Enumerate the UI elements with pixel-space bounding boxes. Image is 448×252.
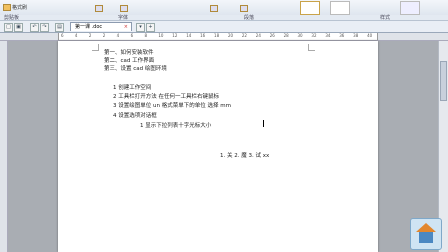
ruler-number: 34 — [325, 33, 331, 38]
ruler-text-area: 6 4 2 2 4 6 8 10 12 14 16 18 20 22 24 26 28 30 32 34 36 38 40 — [58, 33, 378, 40]
change-styles-button[interactable] — [400, 1, 420, 15]
roof-shape — [416, 223, 436, 232]
ruler-number: 6 — [61, 33, 64, 38]
ruler-number: 12 — [172, 33, 178, 38]
watermark-logo — [410, 218, 442, 250]
doc-line-7: 4 设置选项对话框 — [113, 113, 157, 119]
undo-icon[interactable]: ↶ — [30, 23, 39, 32]
font-group-label: 字体 — [118, 15, 129, 21]
style-heading-swatch[interactable] — [330, 1, 350, 15]
ruler-number: 28 — [283, 33, 289, 38]
doc-line-6: 3 设置绘图单位 un 格式菜单下的单位 选择 mm — [113, 103, 231, 109]
document-tab-label: 第一课 .doc — [75, 24, 103, 30]
list-icon[interactable] — [240, 5, 248, 12]
font-size-icon[interactable] — [95, 5, 103, 12]
ruler-number: 30 — [297, 33, 303, 38]
document-tab[interactable]: 第一课 .doc × — [70, 22, 132, 31]
doc-line-5: 2 工具栏打开方法 在任何一工具栏右键鼠标 — [113, 94, 219, 100]
ruler-number: 18 — [214, 33, 220, 38]
ruler-number: 38 — [353, 33, 359, 38]
color-icon[interactable] — [120, 5, 128, 12]
ruler-number: 2 — [102, 33, 106, 38]
doc-line-3: 第三、设置 cad 绘图环境 — [104, 66, 167, 72]
ruler-number: 4 — [74, 33, 78, 38]
clipboard-group-label: 剪贴板 — [4, 15, 20, 21]
styles-group-label: 样式 — [380, 15, 391, 21]
format-painter-button[interactable]: 格式刷 — [12, 4, 27, 11]
margin-corner-mark — [92, 44, 99, 51]
ruler-number: 40 — [367, 33, 373, 38]
format-painter-icon[interactable] — [3, 4, 11, 11]
ruler-number: 22 — [241, 33, 247, 38]
document-tab-bar: □ ▣ ↶ ↷ ▤ 第一课 .doc × ▾ + — [0, 21, 448, 33]
doc-line-4: 1 创建工作空间 — [113, 85, 152, 91]
vertical-ruler[interactable] — [0, 41, 8, 252]
house-shape — [419, 232, 433, 243]
new-tab-icon[interactable]: + — [146, 23, 155, 32]
document-page[interactable]: 第一、如何安装软件 第二、cad 工作界面 第三、设置 cad 绘图环境 1 创… — [58, 41, 378, 252]
doc-line-8: 1 显示下拉列表十字光标大小 — [140, 123, 212, 129]
ruler-number: 16 — [200, 33, 206, 38]
close-tab-icon[interactable]: × — [124, 23, 128, 32]
ruler-number: 26 — [269, 33, 275, 38]
ruler-number: 36 — [339, 33, 345, 38]
horizontal-ruler[interactable]: 6 4 2 2 4 6 8 10 12 14 16 18 20 22 24 26 28 30 32 34 36 38 40 — [0, 33, 448, 41]
ruler-number: 20 — [227, 33, 234, 38]
ruler-number: 32 — [311, 33, 317, 38]
ruler-number: 8 — [144, 33, 148, 38]
tab-dropdown-icon[interactable]: ▾ — [136, 23, 145, 32]
align-icon[interactable] — [210, 5, 218, 12]
ruler-number: 6 — [130, 33, 134, 38]
text-cursor — [263, 120, 264, 127]
print-icon[interactable]: ▤ — [55, 23, 64, 32]
doc-line-9: 1. 关 2. 魔 3. 试 xx — [220, 153, 270, 159]
open-icon[interactable]: ▣ — [14, 23, 23, 32]
paragraph-group-label: 段落 — [244, 15, 255, 21]
doc-line-1: 第一、如何安装软件 — [104, 50, 154, 56]
doc-line-2: 第二、cad 工作界面 — [104, 58, 155, 64]
redo-icon[interactable]: ↷ — [40, 23, 49, 32]
ruler-number: 14 — [186, 33, 192, 38]
ruler-number: 10 — [158, 33, 164, 38]
style-normal-swatch[interactable] — [300, 1, 320, 15]
new-doc-icon[interactable]: □ — [4, 23, 13, 32]
ruler-number: 24 — [255, 33, 261, 38]
ruler-number: 2 — [88, 33, 92, 38]
scrollbar-thumb[interactable] — [440, 61, 447, 101]
ruler-number: 4 — [116, 33, 120, 38]
margin-corner-mark — [308, 44, 315, 51]
